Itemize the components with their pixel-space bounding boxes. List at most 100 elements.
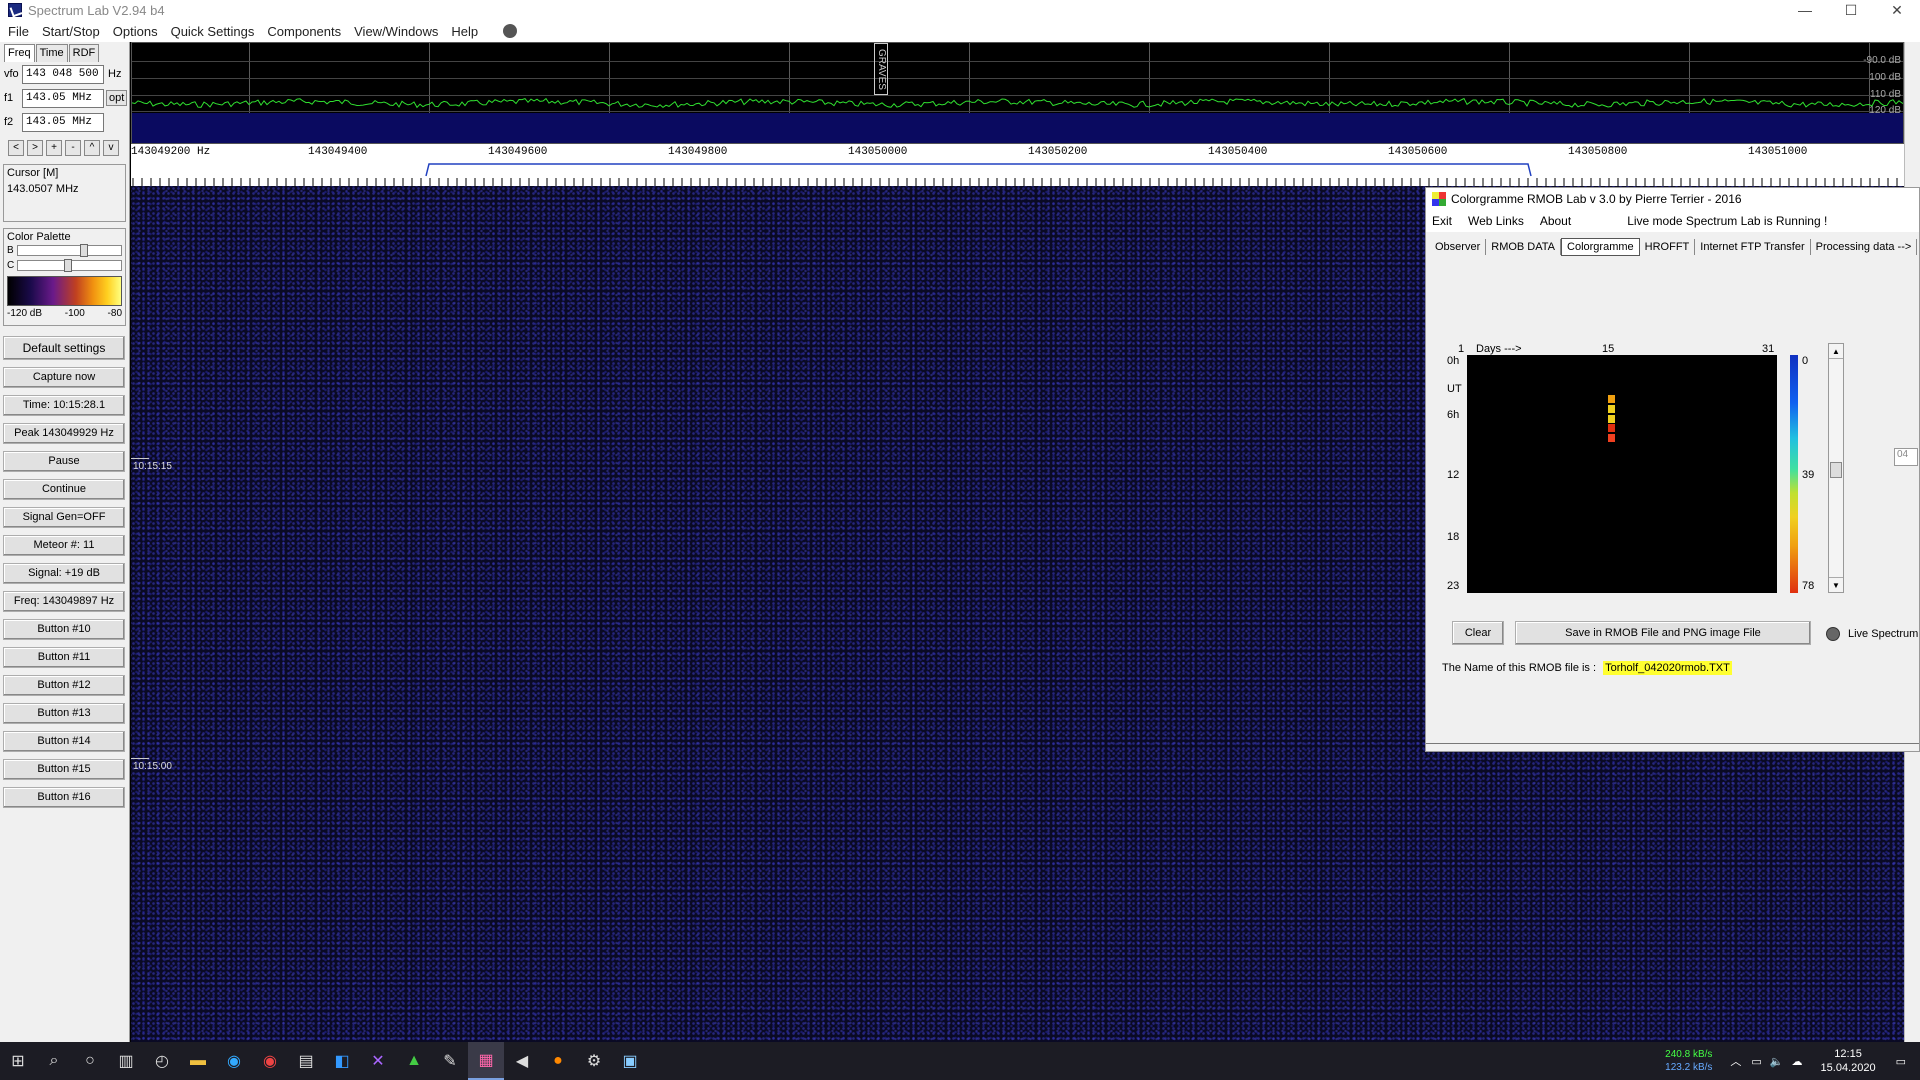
rmob-title-bar: Colorgramme RMOB Lab v 3.0 by Pierre Ter… [1426, 188, 1919, 210]
left-panel: Freq Time RDF vfo 143 048 500 Hz f1 143.… [0, 42, 130, 1042]
colorgramme-scrollbar[interactable]: ▲ ▼ [1828, 343, 1844, 593]
contrast-slider[interactable] [17, 259, 122, 272]
volume-icon[interactable]: 🔈 [1770, 1055, 1784, 1068]
side-value-field[interactable]: 04 [1894, 448, 1918, 466]
chart-app-icon[interactable]: ▲ [396, 1042, 432, 1080]
button-10[interactable]: Button #10 [3, 619, 125, 640]
tab-rdf[interactable]: RDF [68, 44, 100, 62]
tab-time[interactable]: Time [35, 44, 68, 62]
peak-button[interactable]: Peak 143049929 Hz [3, 423, 125, 444]
colorgramme-scale-bar [1790, 355, 1798, 593]
save-rmob-button[interactable]: Save in RMOB File and PNG image File [1515, 621, 1811, 645]
close-button[interactable]: ✕ [1874, 0, 1920, 20]
arrow-left-button[interactable]: < [8, 140, 24, 156]
signal-button[interactable]: Signal: +19 dB [3, 563, 125, 584]
spectrum-lab-taskbar-icon[interactable]: ✕ [360, 1042, 396, 1080]
f2-input[interactable]: 143.05 MHz [22, 112, 104, 132]
network-icon[interactable]: ▭ [1751, 1055, 1761, 1068]
vfo-input[interactable]: 143 048 500 [22, 64, 104, 84]
button-14[interactable]: Button #14 [3, 731, 125, 752]
button-11[interactable]: Button #11 [3, 647, 125, 668]
colorgramme-app-icon [1432, 192, 1446, 206]
freq-button[interactable]: Freq: 143049897 Hz [3, 591, 125, 612]
tab-hrofft[interactable]: HROFFT [1640, 239, 1696, 255]
clock-app-icon[interactable]: ◴ [144, 1042, 180, 1080]
button-12[interactable]: Button #12 [3, 675, 125, 696]
clear-button[interactable]: Clear [1452, 621, 1504, 645]
file-explorer-icon[interactable]: ▬ [180, 1042, 216, 1080]
scroll-down-icon[interactable]: ▼ [1829, 577, 1843, 592]
tab-observer[interactable]: Observer [1430, 239, 1487, 255]
vs-code-icon[interactable]: ◧ [324, 1042, 360, 1080]
tray-chevron-icon[interactable]: ︿ [1730, 1053, 1741, 1069]
zoom-in-button[interactable]: + [46, 140, 62, 156]
brightness-slider[interactable] [16, 244, 122, 257]
signal-gen-button[interactable]: Signal Gen=OFF [3, 507, 125, 528]
default-settings-button[interactable]: Default settings [3, 336, 125, 360]
status-dot-icon[interactable] [503, 24, 518, 38]
live-spectrum-radio[interactable] [1826, 627, 1840, 641]
hour-label: UT [1447, 383, 1462, 395]
tab-ftp-transfer[interactable]: Internet FTP Transfer [1695, 239, 1811, 255]
filter-bracket [425, 163, 1532, 177]
contrast-thumb[interactable] [64, 259, 73, 272]
zoom-out-button[interactable]: - [65, 140, 81, 156]
minimize-button[interactable]: — [1782, 0, 1828, 20]
button-16[interactable]: Button #16 [3, 787, 125, 808]
tab-colorgramme[interactable]: Colorgramme [1561, 238, 1640, 256]
rmob-tabs: Observer RMOB DATA Colorgramme HROFFT In… [1426, 236, 1919, 258]
task-view-icon[interactable]: ▥ [108, 1042, 144, 1080]
tab-rmob-data[interactable]: RMOB DATA [1486, 239, 1562, 255]
menu-start-stop[interactable]: Start/Stop [42, 24, 100, 39]
tool-app-icon[interactable]: ✎ [432, 1042, 468, 1080]
scroll-thumb[interactable] [1830, 462, 1842, 478]
meteor-count-button[interactable]: Meteor #: 11 [3, 535, 125, 556]
tick-marks [132, 178, 1898, 186]
cloud-icon[interactable]: ☁ [1792, 1055, 1803, 1068]
vfo-unit: Hz [108, 68, 122, 80]
notification-icon[interactable]: ▭ [1896, 1055, 1906, 1068]
scroll-up-icon[interactable]: ▲ [1829, 344, 1843, 359]
brightness-thumb[interactable] [79, 244, 88, 257]
chrome-icon[interactable]: ◉ [252, 1042, 288, 1080]
rmob-menu-web-links[interactable]: Web Links [1468, 214, 1524, 228]
menu-help[interactable]: Help [451, 24, 478, 39]
pause-button[interactable]: Pause [3, 451, 125, 472]
menu-options[interactable]: Options [113, 24, 158, 39]
notepad-icon[interactable]: ▣ [612, 1042, 648, 1080]
cortana-icon[interactable]: ○ [72, 1042, 108, 1080]
live-spectrum-toggle[interactable]: Live Spectrum [1826, 627, 1918, 641]
firefox-icon[interactable]: ● [540, 1042, 576, 1080]
windows-start-icon[interactable]: ⊞ [0, 1042, 36, 1080]
rmob-menu: Exit Web Links About Live mode Spectrum … [1426, 210, 1919, 232]
arrow-right-button[interactable]: > [27, 140, 43, 156]
button-15[interactable]: Button #15 [3, 759, 125, 780]
colorgramme-taskbar-icon[interactable]: ▦ [468, 1042, 504, 1080]
arrow-up-button[interactable]: ^ [84, 140, 100, 156]
arrow-down-button[interactable]: v [103, 140, 119, 156]
time-button[interactable]: Time: 10:15:28.1 [3, 395, 125, 416]
menu-components[interactable]: Components [267, 24, 341, 39]
menu-file[interactable]: File [8, 24, 29, 39]
spectrum-graph[interactable]: -90.0 dB 100 dB 110 dB 120 dB GRAVES [131, 42, 1904, 144]
rmob-menu-about[interactable]: About [1540, 214, 1571, 228]
f1-input[interactable]: 143.05 MHz [22, 88, 104, 108]
maximize-button[interactable]: ☐ [1828, 0, 1874, 20]
browser-icon[interactable]: ◉ [216, 1042, 252, 1080]
frequency-scale[interactable]: 143049200 Hz 143049400 143049600 1430498… [131, 144, 1904, 186]
tab-freq[interactable]: Freq [4, 44, 35, 62]
clock[interactable]: 12:15 15.04.2020 [1821, 1047, 1876, 1075]
opt-button[interactable]: opt [106, 90, 128, 106]
search-icon[interactable]: ⌕ [36, 1042, 72, 1080]
capture-now-button[interactable]: Capture now [3, 367, 125, 388]
menu-quick-settings[interactable]: Quick Settings [171, 24, 255, 39]
rmob-menu-exit[interactable]: Exit [1432, 214, 1452, 228]
rmob-title: Colorgramme RMOB Lab v 3.0 by Pierre Ter… [1451, 192, 1742, 206]
continue-button[interactable]: Continue [3, 479, 125, 500]
settings-icon[interactable]: ⚙ [576, 1042, 612, 1080]
button-13[interactable]: Button #13 [3, 703, 125, 724]
tab-processing-data[interactable]: Processing data --> [1811, 239, 1918, 255]
menu-view-windows[interactable]: View/Windows [354, 24, 438, 39]
folder-icon[interactable]: ▤ [288, 1042, 324, 1080]
audio-app-icon[interactable]: ◀ [504, 1042, 540, 1080]
